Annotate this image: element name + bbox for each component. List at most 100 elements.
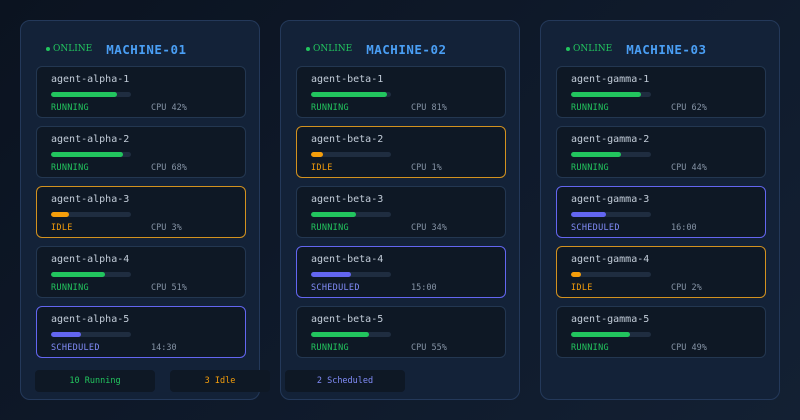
load-bar-fill bbox=[51, 212, 69, 217]
agent-name: agent-alpha-4 bbox=[51, 254, 130, 265]
summary-idle-label: 3 Idle bbox=[204, 376, 236, 386]
load-bar bbox=[311, 152, 391, 157]
agent-metric: CPU 51% bbox=[151, 283, 187, 293]
machine-title: MACHINE-01 bbox=[106, 41, 187, 57]
load-bar bbox=[311, 272, 391, 277]
status-label: ONLINE bbox=[53, 44, 93, 54]
agent-metric: CPU 42% bbox=[151, 103, 187, 113]
agent-name: agent-beta-3 bbox=[311, 194, 384, 205]
load-bar-fill bbox=[311, 152, 323, 157]
load-bar-fill bbox=[571, 92, 642, 97]
agent-metric: CPU 2% bbox=[671, 283, 702, 293]
status-dot-icon bbox=[566, 47, 570, 51]
agent-state: RUNNING bbox=[311, 103, 349, 113]
agent-card[interactable]: agent-alpha-1 RUNNING CPU 42% bbox=[36, 66, 246, 118]
agent-name: agent-gamma-2 bbox=[571, 134, 650, 145]
agent-card[interactable]: agent-beta-4 SCHEDULED 15:00 bbox=[296, 246, 506, 298]
agent-metric: CPU 3% bbox=[151, 223, 182, 233]
agent-metric: CPU 49% bbox=[671, 343, 707, 353]
load-bar bbox=[51, 212, 131, 217]
agent-metric: CPU 81% bbox=[411, 103, 447, 113]
agent-state: SCHEDULED bbox=[571, 223, 620, 233]
load-bar bbox=[571, 212, 651, 217]
machine-title: MACHINE-03 bbox=[626, 41, 707, 57]
machine-card-02: ONLINE MACHINE-02 agent-beta-1 RUNNING C… bbox=[280, 20, 520, 400]
machine-card-03: ONLINE MACHINE-03 agent-gamma-1 RUNNING … bbox=[540, 20, 780, 400]
load-bar bbox=[51, 332, 131, 337]
status-label: ONLINE bbox=[573, 44, 613, 54]
agent-metric: CPU 55% bbox=[411, 343, 447, 353]
summary-running-chip[interactable]: 10 Running bbox=[35, 370, 155, 392]
summary-scheduled-chip[interactable]: 2 Scheduled bbox=[285, 370, 405, 392]
agent-card[interactable]: agent-alpha-4 RUNNING CPU 51% bbox=[36, 246, 246, 298]
agent-state: RUNNING bbox=[571, 103, 609, 113]
machine-header: ONLINE MACHINE-02 bbox=[306, 40, 509, 58]
agent-metric: 15:00 bbox=[411, 283, 437, 293]
agent-name: agent-gamma-4 bbox=[571, 254, 650, 265]
agent-name: agent-gamma-1 bbox=[571, 74, 650, 85]
load-bar bbox=[571, 332, 651, 337]
agent-name: agent-beta-2 bbox=[311, 134, 384, 145]
agent-card[interactable]: agent-beta-1 RUNNING CPU 81% bbox=[296, 66, 506, 118]
agent-name: agent-beta-5 bbox=[311, 314, 384, 325]
load-bar-fill bbox=[311, 332, 369, 337]
online-status: ONLINE bbox=[46, 44, 92, 54]
load-bar bbox=[51, 92, 131, 97]
agent-state: IDLE bbox=[311, 163, 333, 173]
agent-card[interactable]: agent-beta-5 RUNNING CPU 55% bbox=[296, 306, 506, 358]
agent-state: RUNNING bbox=[311, 223, 349, 233]
load-bar bbox=[51, 152, 131, 157]
machine-title: MACHINE-02 bbox=[366, 41, 447, 57]
agent-card[interactable]: agent-beta-3 RUNNING CPU 34% bbox=[296, 186, 506, 238]
machine-card-01: ONLINE MACHINE-01 agent-alpha-1 RUNNING … bbox=[20, 20, 260, 400]
agent-metric: 14:30 bbox=[151, 343, 177, 353]
agent-card[interactable]: agent-gamma-3 SCHEDULED 16:00 bbox=[556, 186, 766, 238]
load-bar bbox=[311, 92, 391, 97]
status-dot-icon bbox=[46, 47, 50, 51]
online-status: ONLINE bbox=[566, 44, 612, 54]
load-bar-fill bbox=[311, 92, 387, 97]
agent-state: RUNNING bbox=[51, 163, 89, 173]
agent-state: RUNNING bbox=[571, 343, 609, 353]
agent-card[interactable]: agent-gamma-2 RUNNING CPU 44% bbox=[556, 126, 766, 178]
agent-state: RUNNING bbox=[51, 283, 89, 293]
load-bar bbox=[51, 272, 131, 277]
load-bar-fill bbox=[571, 212, 607, 217]
online-status: ONLINE bbox=[306, 44, 352, 54]
load-bar-fill bbox=[571, 152, 621, 157]
agent-metric: CPU 62% bbox=[671, 103, 707, 113]
agent-name: agent-beta-1 bbox=[311, 74, 384, 85]
load-bar bbox=[311, 332, 391, 337]
agent-card[interactable]: agent-gamma-4 IDLE CPU 2% bbox=[556, 246, 766, 298]
agent-name: agent-gamma-5 bbox=[571, 314, 650, 325]
load-bar-fill bbox=[51, 92, 117, 97]
agent-state: RUNNING bbox=[51, 103, 89, 113]
agent-card[interactable]: agent-gamma-1 RUNNING CPU 62% bbox=[556, 66, 766, 118]
agent-state: RUNNING bbox=[571, 163, 609, 173]
load-bar bbox=[571, 92, 651, 97]
agent-state: RUNNING bbox=[311, 343, 349, 353]
load-bar-fill bbox=[571, 272, 581, 277]
load-bar-fill bbox=[51, 332, 82, 337]
load-bar-fill bbox=[571, 332, 631, 337]
status-dot-icon bbox=[306, 47, 310, 51]
summary-idle-chip[interactable]: 3 Idle bbox=[170, 370, 270, 392]
agent-metric: 16:00 bbox=[671, 223, 697, 233]
summary-running-label: 10 Running bbox=[69, 376, 121, 386]
agent-name: agent-alpha-5 bbox=[51, 314, 130, 325]
summary-scheduled-label: 2 Scheduled bbox=[316, 376, 374, 386]
agent-card[interactable]: agent-gamma-5 RUNNING CPU 49% bbox=[556, 306, 766, 358]
status-label: ONLINE bbox=[313, 44, 353, 54]
agent-card[interactable]: agent-beta-2 IDLE CPU 1% bbox=[296, 126, 506, 178]
agent-state: IDLE bbox=[571, 283, 593, 293]
agent-card[interactable]: agent-alpha-3 IDLE CPU 3% bbox=[36, 186, 246, 238]
load-bar bbox=[311, 212, 391, 217]
load-bar-fill bbox=[311, 212, 356, 217]
agent-name: agent-alpha-3 bbox=[51, 194, 130, 205]
agent-card[interactable]: agent-alpha-5 SCHEDULED 14:30 bbox=[36, 306, 246, 358]
load-bar-fill bbox=[51, 152, 123, 157]
agent-card[interactable]: agent-alpha-2 RUNNING CPU 68% bbox=[36, 126, 246, 178]
machine-header: ONLINE MACHINE-03 bbox=[566, 40, 769, 58]
load-bar-fill bbox=[51, 272, 106, 277]
agent-metric: CPU 1% bbox=[411, 163, 442, 173]
